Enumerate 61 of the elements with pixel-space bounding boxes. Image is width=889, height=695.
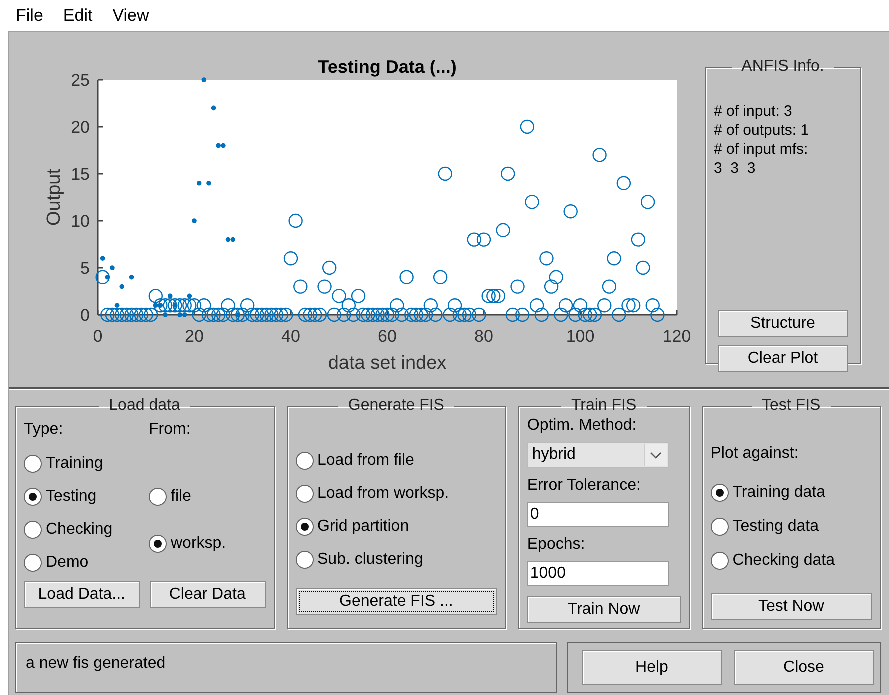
radio-button[interactable]: Sub. clustering xyxy=(296,548,424,572)
tick-label: 100 xyxy=(566,327,595,346)
action-button[interactable]: Close xyxy=(734,650,874,685)
caret-icon xyxy=(644,444,668,466)
menu-item[interactable]: Edit xyxy=(53,6,103,26)
info-text: # of input: 3 xyxy=(714,102,794,121)
radio-button[interactable]: Testing data xyxy=(710,515,819,539)
radio-button[interactable]: Demo xyxy=(24,551,89,575)
radio-button[interactable]: Checking data xyxy=(710,549,836,573)
radio-button[interactable]: Checking xyxy=(24,518,113,542)
radio-button[interactable]: Load from file xyxy=(296,449,414,473)
train-button[interactable]: Train Now xyxy=(527,596,681,623)
info-text: # of input mfs: xyxy=(714,140,810,159)
radio-button[interactable]: Training xyxy=(24,452,104,476)
radio-button[interactable]: worksp. xyxy=(149,532,226,556)
action-button[interactable]: Help xyxy=(582,650,722,685)
field-label: From: xyxy=(149,421,192,440)
tick-label: 60 xyxy=(378,327,397,346)
field-label: Optim. Method: xyxy=(527,417,638,436)
radio-button[interactable]: Grid partition xyxy=(296,515,410,539)
menu-item[interactable]: File xyxy=(6,6,54,26)
test-button[interactable]: Test Now xyxy=(710,593,872,620)
tick-label: 80 xyxy=(474,327,494,346)
action-button[interactable]: Load Data... xyxy=(24,581,140,608)
action-button[interactable]: Clear Data xyxy=(150,581,266,608)
radio-button[interactable]: Training data xyxy=(710,481,826,505)
field-label: Type: xyxy=(24,421,64,440)
radio-button[interactable]: Testing xyxy=(24,485,97,509)
action-button[interactable]: Clear Plot xyxy=(718,345,848,372)
info-text: 3 3 3 xyxy=(714,159,757,178)
tick-label: 20 xyxy=(185,327,204,346)
chart-title: Testing Data (...) xyxy=(318,57,457,77)
tick-label: 10 xyxy=(71,212,90,231)
axis-label: data set index xyxy=(328,353,447,374)
tick-label: 15 xyxy=(71,165,90,184)
info-text: # of outputs: 1 xyxy=(714,121,810,140)
tick-label: 25 xyxy=(71,71,90,90)
method-dropdown[interactable]: hybrid xyxy=(527,442,670,468)
group-title: ANFIS Info. xyxy=(740,58,826,76)
input-field[interactable]: 1000 xyxy=(527,561,670,586)
group-title: Test FIS xyxy=(761,397,822,415)
radio-button[interactable]: file xyxy=(149,485,192,509)
status-message: a new fis generated xyxy=(26,655,166,672)
tick-label: 20 xyxy=(71,118,90,137)
group-title: Generate FIS xyxy=(347,397,446,415)
generate-button[interactable]: Generate FIS ... xyxy=(296,588,498,615)
field-label: Error Tolerance: xyxy=(527,477,642,496)
action-button[interactable]: Structure xyxy=(718,310,848,337)
tick-label: 0 xyxy=(80,306,90,325)
radio-button[interactable]: Load from worksp. xyxy=(296,482,450,506)
axis-label: Output xyxy=(44,168,65,226)
tick-label: 5 xyxy=(80,259,90,278)
group-title: Load data xyxy=(108,397,182,415)
tick-label: 120 xyxy=(662,327,692,346)
field-label: Plot against: xyxy=(710,445,800,464)
field-label: Epochs: xyxy=(527,536,586,555)
tick-label: 0 xyxy=(93,327,103,346)
tick-label: 40 xyxy=(282,327,300,346)
menu-item[interactable]: View xyxy=(102,6,160,26)
input-field[interactable]: 0 xyxy=(527,502,670,527)
group-title: Train FIS xyxy=(570,397,638,415)
